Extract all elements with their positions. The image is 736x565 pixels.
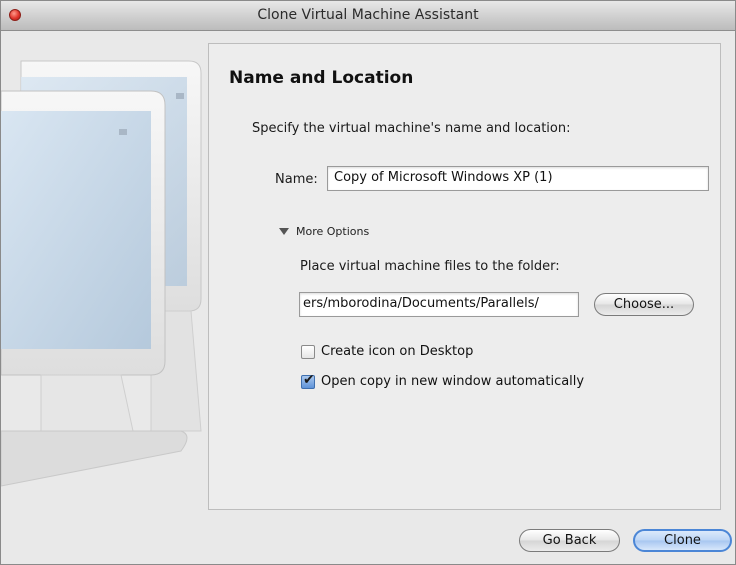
go-back-button[interactable]: Go Back xyxy=(519,529,620,552)
instruction-text: Specify the virtual machine's name and l… xyxy=(252,121,571,136)
name-field[interactable]: Copy of Microsoft Windows XP (1) xyxy=(327,166,709,191)
choose-button[interactable]: Choose... xyxy=(594,293,694,316)
create-icon-checkbox[interactable] xyxy=(301,344,315,359)
open-copy-checkbox[interactable] xyxy=(301,372,315,389)
open-copy-label[interactable]: Open copy in new window automatically xyxy=(321,374,584,389)
disclosure-triangle-icon[interactable] xyxy=(279,228,289,235)
folder-path-field[interactable]: ers/mborodina/Documents/Parallels/ xyxy=(299,292,579,317)
window-title: Clone Virtual Machine Assistant xyxy=(257,7,479,23)
title-bar: Clone Virtual Machine Assistant xyxy=(1,1,735,31)
open-copy-option[interactable]: Open copy in new window automatically xyxy=(301,372,584,389)
folder-label: Place virtual machine files to the folde… xyxy=(300,259,560,274)
name-label: Name: xyxy=(275,172,318,187)
panel-title: Name and Location xyxy=(229,68,414,88)
create-icon-option[interactable]: Create icon on Desktop xyxy=(301,344,473,359)
clone-button[interactable]: Clone xyxy=(633,529,732,552)
create-icon-label[interactable]: Create icon on Desktop xyxy=(321,344,473,359)
computer-illustration xyxy=(1,31,211,536)
clone-vm-window: Clone Virtual Machine Assistant Name and… xyxy=(0,0,736,565)
more-options-toggle[interactable]: More Options xyxy=(279,225,369,238)
more-options-label[interactable]: More Options xyxy=(296,225,369,238)
name-location-panel: Name and Location Specify the virtual ma… xyxy=(208,43,721,510)
